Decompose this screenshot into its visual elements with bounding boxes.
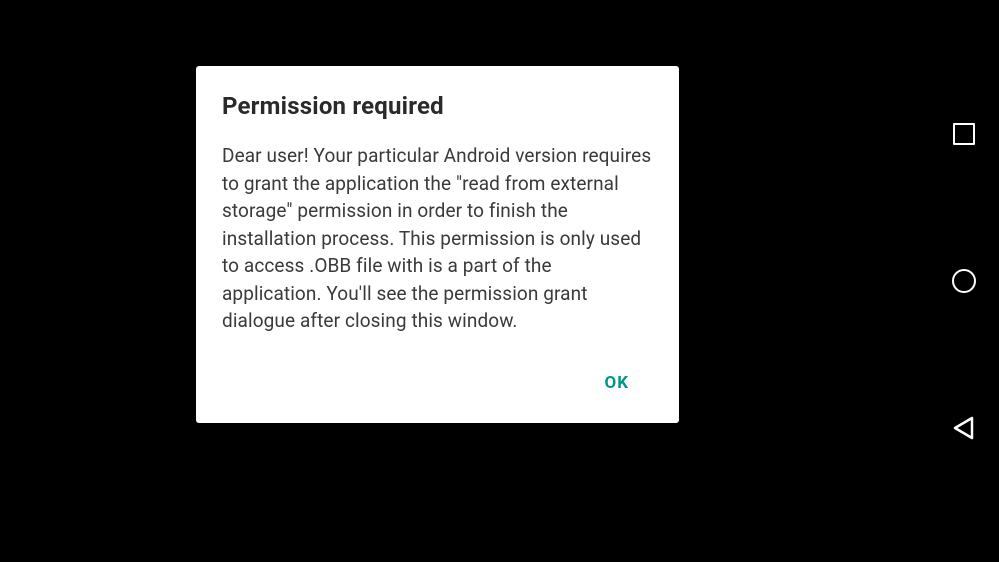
dialog-title: Permission required [222, 92, 653, 120]
ok-button[interactable]: OK [592, 365, 641, 401]
home-button[interactable] [948, 265, 980, 297]
recent-apps-button[interactable] [948, 118, 980, 150]
triangle-icon [951, 415, 977, 441]
system-navbar [929, 0, 999, 562]
permission-dialog: Permission required Dear user! Your part… [196, 66, 679, 423]
back-button[interactable] [948, 412, 980, 444]
dialog-actions: OK [222, 365, 653, 409]
dialog-message: Dear user! Your particular Android versi… [222, 142, 653, 335]
square-icon [953, 123, 975, 145]
circle-icon [952, 269, 976, 293]
